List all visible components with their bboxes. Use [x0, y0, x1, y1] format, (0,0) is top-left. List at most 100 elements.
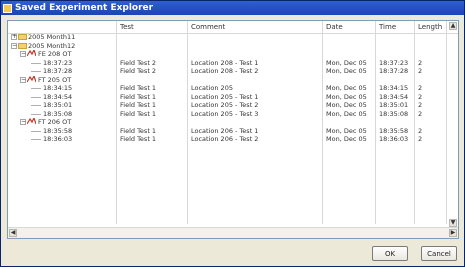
cell-comment: Location 208 - Test 2 — [191, 67, 259, 75]
collapse-button[interactable]: − — [20, 76, 26, 83]
cell-comment: Location 208 - Test 1 — [191, 58, 259, 67]
tree-connector — [31, 139, 41, 140]
tree-connector — [31, 113, 41, 115]
experiment-icon — [27, 50, 36, 57]
ok-button[interactable]: OK — [372, 246, 408, 261]
cell-time: 18:34:54 — [379, 92, 409, 101]
cell-test: Field Test 1 — [120, 109, 157, 118]
column-header-test[interactable]: Test — [120, 23, 134, 31]
tree-entry-row[interactable]: 18:36:03 Field Test 1 Location 206 - Test … — [8, 135, 458, 144]
cell-time: 18:36:03 — [379, 135, 409, 143]
title-bar[interactable]: Saved Experiment Explorer — [1, 1, 464, 15]
tree-node-label: 18:35:01 — [43, 101, 73, 109]
cell-date: Mon, Dec 05 — [326, 126, 367, 135]
cell-test: Field Test 2 — [120, 67, 157, 75]
experiment-icon — [27, 118, 36, 125]
cell-test: Field Test 1 — [120, 101, 157, 109]
tree-node-label: 18:34:54 — [43, 92, 73, 101]
tree-node-label: 18:35:08 — [43, 109, 73, 118]
cell-length: 2 — [418, 84, 423, 92]
tree-node-row[interactable]: − FT 206 OT — [8, 118, 458, 127]
tree-connector — [31, 71, 41, 72]
cell-test: Field Test 2 — [120, 58, 157, 67]
folder-icon — [18, 42, 27, 49]
tree-node-label: FE 208 OT — [38, 50, 72, 58]
cell-time: 18:35:58 — [379, 126, 409, 135]
cell-time: 18:35:01 — [379, 101, 409, 109]
tree-entry-row[interactable]: 18:35:01 Field Test 1 Location 205 - Test … — [8, 101, 458, 110]
cell-time: 18:35:08 — [379, 109, 409, 118]
column-header-date[interactable]: Date — [326, 23, 343, 31]
collapse-button[interactable]: − — [20, 119, 26, 125]
folder-icon — [18, 34, 27, 40]
scroll-down-arrow[interactable]: ▼ — [449, 219, 457, 227]
tree-connector — [31, 88, 41, 89]
cancel-button[interactable]: Cancel — [421, 246, 457, 261]
tree-node-label: FT 206 OT — [38, 118, 72, 126]
tree-connector — [31, 130, 41, 132]
column-header-length[interactable]: Length — [418, 23, 442, 31]
tree-connector — [31, 105, 41, 106]
scroll-left-arrow[interactable]: ◀ — [9, 229, 17, 237]
collapse-button[interactable]: − — [20, 51, 26, 57]
tree-entry-row[interactable]: 18:35:08 Field Test 1 Location 205 - Test … — [8, 110, 458, 119]
cell-length: 2 — [418, 58, 423, 67]
tree-entry-row[interactable]: 18:34:15 Field Test 1 Location 205 Mon, Dec… — [8, 84, 458, 93]
scroll-right-arrow[interactable]: ▶ — [449, 229, 457, 237]
experiment-tree-grid[interactable]: Test Comment Date Time Length +2005 Mont… — [7, 20, 459, 239]
cell-comment: Location 206 - Test 2 — [191, 135, 259, 143]
cell-date: Mon, Dec 05 — [326, 84, 367, 92]
cell-length: 2 — [418, 109, 423, 118]
cell-time: 18:37:23 — [379, 58, 409, 67]
tree-node-label: 2005 Month12 — [28, 41, 76, 50]
tree-rows: +2005 Month11−2005 Month12− FE 208 OT 18:3… — [8, 33, 458, 144]
tree-node-label: 18:34:15 — [43, 84, 73, 92]
experiment-icon — [27, 75, 36, 82]
tree-node-label: 2005 Month11 — [28, 33, 76, 41]
cell-comment: Location 205 - Test 3 — [191, 109, 259, 118]
cell-date: Mon, Dec 05 — [326, 92, 367, 101]
tree-node-row[interactable]: − FE 208 OT — [8, 50, 458, 59]
cell-length: 2 — [418, 135, 423, 143]
tree-node-row[interactable]: +2005 Month11 — [8, 33, 458, 42]
tree-node-label: FT 205 OT — [38, 75, 72, 84]
tree-node-label: 18:35:58 — [43, 126, 73, 135]
collapse-button[interactable]: − — [11, 42, 17, 49]
tree-node-row[interactable]: − FT 205 OT — [8, 75, 458, 85]
expand-button[interactable]: + — [11, 34, 17, 40]
tree-entry-row[interactable]: 18:37:28 Field Test 2 Location 208 - Test … — [8, 67, 458, 76]
tree-node-row[interactable]: − 2005 Month12 — [8, 42, 458, 51]
cell-date: Mon, Dec 05 — [326, 67, 367, 75]
cell-date: Mon, Dec 05 — [326, 58, 367, 67]
tree-entry-row[interactable]: 18:34:54 Field Test 1 Location 205 - Test … — [8, 93, 458, 102]
column-header-time[interactable]: Time — [379, 23, 396, 31]
cell-time: 18:37:28 — [379, 67, 409, 75]
cell-test: Field Test 1 — [120, 135, 157, 143]
cell-length: 2 — [418, 67, 423, 75]
tree-entry-row[interactable]: 18:37:23 Field Test 2 Location 208 - Test … — [8, 59, 458, 68]
cell-comment: Location 205 — [191, 84, 233, 92]
tree-entry-row[interactable]: 18:35:58 Field Test 1 Location 206 - Test … — [8, 127, 458, 136]
window-title: Saved Experiment Explorer — [15, 3, 154, 13]
tree-node-label: 18:36:03 — [43, 135, 73, 143]
cell-comment: Location 206 - Test 1 — [191, 126, 259, 135]
cell-comment: Location 205 - Test 2 — [191, 101, 259, 109]
tree-node-label: 18:37:23 — [43, 58, 73, 67]
cell-test: Field Test 1 — [120, 126, 157, 135]
tree-node-label: 18:37:28 — [43, 67, 73, 75]
horizontal-scrollbar[interactable]: ◀ ▶ — [8, 227, 458, 238]
cell-length: 2 — [418, 101, 423, 109]
scroll-up-arrow[interactable]: ▲ — [449, 22, 457, 30]
tree-connector — [31, 96, 41, 98]
cell-date: Mon, Dec 05 — [326, 101, 367, 109]
tree-connector — [31, 62, 41, 64]
cell-length: 2 — [418, 126, 423, 135]
cell-test: Field Test 1 — [120, 92, 157, 101]
cell-time: 18:34:15 — [379, 84, 409, 92]
saved-experiment-explorer-window: Saved Experiment Explorer Test Comment D… — [0, 0, 465, 267]
app-icon — [3, 3, 12, 13]
cell-date: Mon, Dec 05 — [326, 135, 367, 143]
cell-length: 2 — [418, 92, 423, 101]
cell-comment: Location 205 - Test 1 — [191, 92, 259, 101]
column-header-comment[interactable]: Comment — [191, 23, 225, 31]
